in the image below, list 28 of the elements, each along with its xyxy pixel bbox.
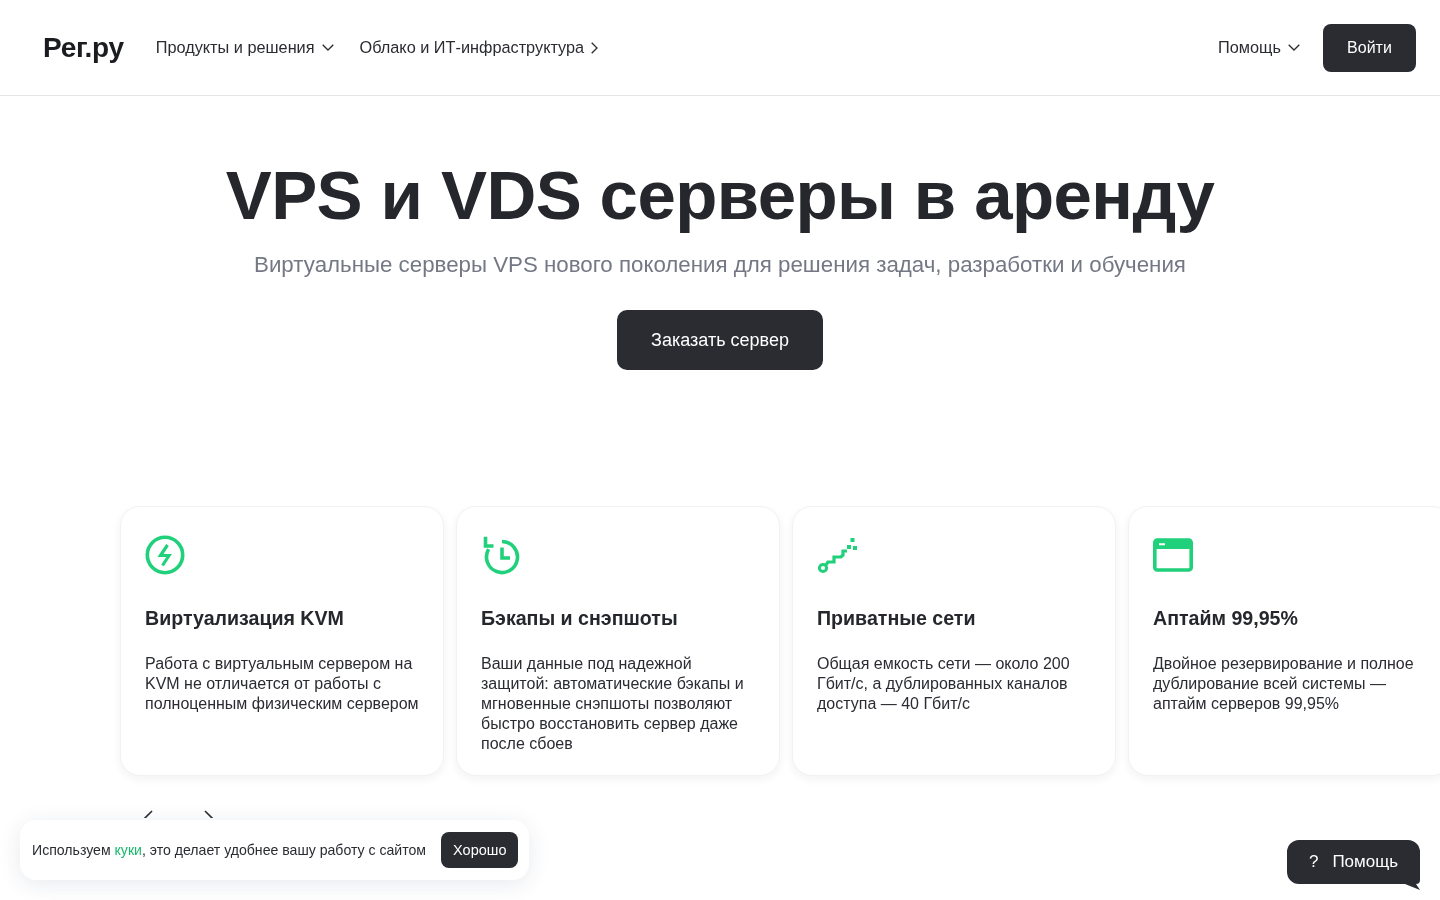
nav-link[interactable]: Продукты и решения: [155, 38, 334, 57]
order-server-button[interactable]: Заказать сервер: [617, 310, 823, 370]
cookie-notice: Используем куки, это делает удобнее вашу работу с сайтом: [32, 842, 427, 858]
nav-link[interactable]: Облако и ИТ-инфраструктура: [359, 38, 599, 57]
lightning-icon: [145, 535, 185, 575]
feature-description: Двойное резервирование и полное дублирование всей системы — аптайм серверов 99,95%: [1153, 654, 1415, 714]
history-clock-icon: [481, 535, 521, 575]
chevron-right-icon: [591, 41, 599, 54]
feature-title: Виртуализация KVM: [145, 606, 345, 630]
help-chat-button[interactable]: ? Помощь: [1287, 840, 1420, 890]
browser-window-icon: [1153, 535, 1193, 575]
chevron-left-icon[interactable]: [144, 810, 153, 818]
page-subtitle: Виртуальные серверы VPS нового поколения для решения задач, разработки и обучения: [254, 251, 1186, 279]
network-path-icon: [817, 535, 857, 575]
feature-description: Работа с виртуальным сервером на KVM не отличается от работы с полноценным физическим сервером: [145, 654, 419, 714]
feature-description: Общая емкость сети — около 200 Гбит/с, а дублированных каналов доступа — 40 Гбит/с: [817, 654, 1071, 714]
logo[interactable]: Рег.ру: [43, 31, 124, 64]
login-button[interactable]: Войти: [1323, 23, 1416, 72]
feature-title: Аптайм 99,95%: [1153, 606, 1299, 630]
chevron-down-icon: [1288, 44, 1300, 51]
page-title: VPS и VDS серверы в аренду: [225, 160, 1215, 232]
feature-title: Приватные сети: [817, 606, 977, 630]
feature-description: Ваши данные под надежной защитой: автоматические бэкапы и мгновенные снэпшоты позволяют быстро восстановить сервер даже после сбоев: [481, 654, 745, 754]
chevron-right-icon[interactable]: [204, 810, 213, 818]
chevron-down-icon: [321, 44, 334, 51]
help-menu[interactable]: Помощь: [1218, 38, 1300, 57]
accept-button[interactable]: Хорошо: [441, 832, 519, 868]
feature-title: Бэкапы и снэпшоты: [481, 606, 679, 630]
